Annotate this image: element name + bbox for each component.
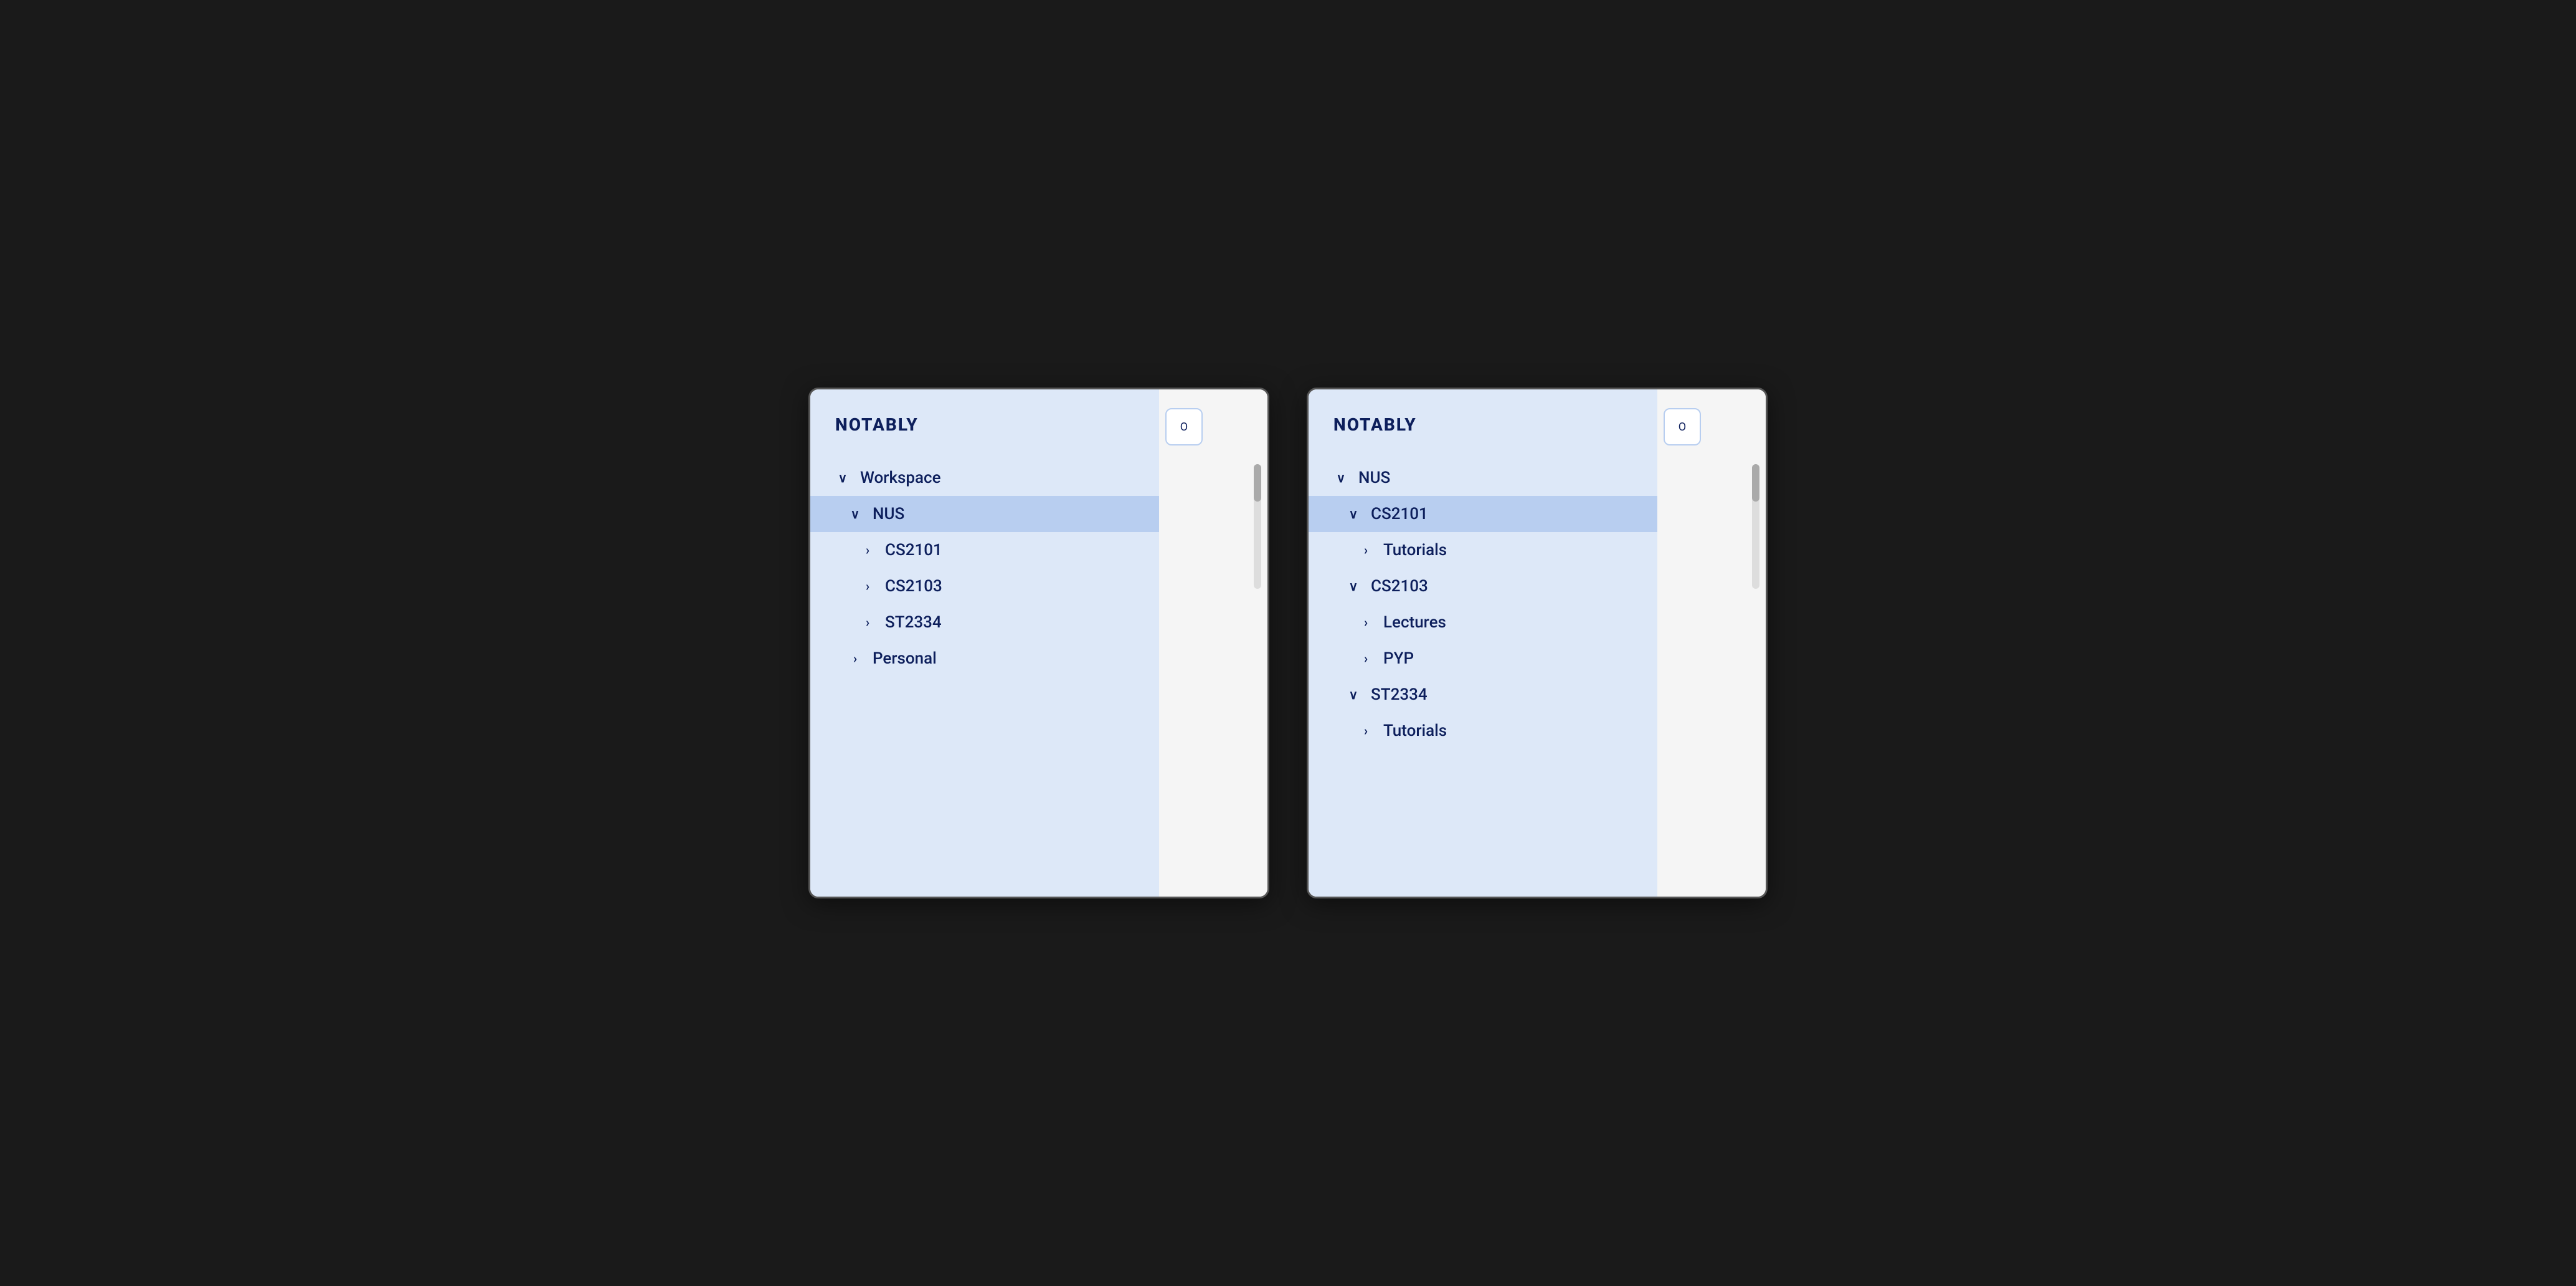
chevron-down-icon: ∨ [1346, 687, 1361, 702]
chevron-right-icon: › [848, 651, 863, 666]
chevron-right-icon: › [860, 615, 875, 630]
left-top-button[interactable]: O [1165, 408, 1203, 445]
sidebar-item-tutorials-1[interactable]: › Tutorials [1309, 532, 1657, 568]
sidebar-item-st2334[interactable]: › ST2334 [810, 604, 1159, 641]
nus-right-label: NUS [1358, 469, 1390, 487]
cs2103-label: CS2103 [885, 577, 942, 596]
left-main-content: O [1159, 389, 1267, 897]
sidebar-item-cs2101[interactable]: › CS2101 [810, 532, 1159, 568]
tutorials-2-label: Tutorials [1383, 722, 1447, 740]
chevron-down-icon: ∨ [835, 470, 850, 485]
left-scrollbar-thumb[interactable] [1254, 464, 1261, 502]
st2334-label: ST2334 [885, 613, 942, 632]
sidebar-item-cs2103[interactable]: › CS2103 [810, 568, 1159, 604]
chevron-right-icon: › [1358, 615, 1373, 630]
chevron-right-icon: › [1358, 723, 1373, 738]
right-brand: NOTABLY [1309, 414, 1657, 460]
nus-label: NUS [873, 505, 904, 523]
sidebar-item-lectures[interactable]: › Lectures [1309, 604, 1657, 641]
sidebar-item-tutorials-2[interactable]: › Tutorials [1309, 713, 1657, 749]
left-brand: NOTABLY [810, 414, 1159, 460]
personal-label: Personal [873, 649, 937, 668]
chevron-right-icon: › [1358, 543, 1373, 558]
left-scrollbar[interactable] [1254, 464, 1261, 589]
cs2101-right-label: CS2101 [1371, 505, 1428, 523]
sidebar-item-nus[interactable]: ∨ NUS [810, 496, 1159, 532]
chevron-right-icon: › [860, 543, 875, 558]
sidebar-item-nus-right[interactable]: ∨ NUS [1309, 460, 1657, 496]
chevron-right-icon: › [1358, 651, 1373, 666]
chevron-down-icon: ∨ [1346, 579, 1361, 594]
right-sidebar: NOTABLY ∨ NUS ∨ CS2101 › Tutorials ∨ CS2… [1309, 389, 1657, 897]
lectures-label: Lectures [1383, 613, 1446, 632]
top-button-label-right: O [1679, 421, 1686, 434]
chevron-down-icon: ∨ [1346, 507, 1361, 522]
sidebar-item-pyp[interactable]: › PYP [1309, 641, 1657, 677]
sidebar-item-workspace[interactable]: ∨ Workspace [810, 460, 1159, 496]
top-button-label: O [1180, 421, 1188, 434]
right-scrollbar-thumb[interactable] [1752, 464, 1759, 502]
cs2103-right-label: CS2103 [1371, 577, 1428, 596]
left-sidebar: NOTABLY ∨ Workspace ∨ NUS › CS2101 › CS2… [810, 389, 1159, 897]
chevron-right-icon: › [860, 579, 875, 594]
right-main-content: O [1657, 389, 1766, 897]
workspace-label: Workspace [860, 469, 941, 487]
pyp-label: PYP [1383, 649, 1414, 668]
left-screenshot: NOTABLY ∨ Workspace ∨ NUS › CS2101 › CS2… [808, 388, 1269, 898]
screenshots-container: NOTABLY ∨ Workspace ∨ NUS › CS2101 › CS2… [759, 338, 1817, 948]
right-top-button[interactable]: O [1664, 408, 1701, 445]
sidebar-item-cs2103-right[interactable]: ∨ CS2103 [1309, 568, 1657, 604]
chevron-down-icon: ∨ [1333, 470, 1348, 485]
right-screenshot: NOTABLY ∨ NUS ∨ CS2101 › Tutorials ∨ CS2… [1307, 388, 1768, 898]
sidebar-item-st2334-right[interactable]: ∨ ST2334 [1309, 677, 1657, 713]
cs2101-label: CS2101 [885, 541, 942, 560]
tutorials-1-label: Tutorials [1383, 541, 1447, 560]
sidebar-item-personal[interactable]: › Personal [810, 641, 1159, 677]
right-scrollbar[interactable] [1752, 464, 1759, 589]
chevron-down-icon: ∨ [848, 507, 863, 522]
st2334-right-label: ST2334 [1371, 685, 1428, 704]
sidebar-item-cs2101-right[interactable]: ∨ CS2101 [1309, 496, 1657, 532]
